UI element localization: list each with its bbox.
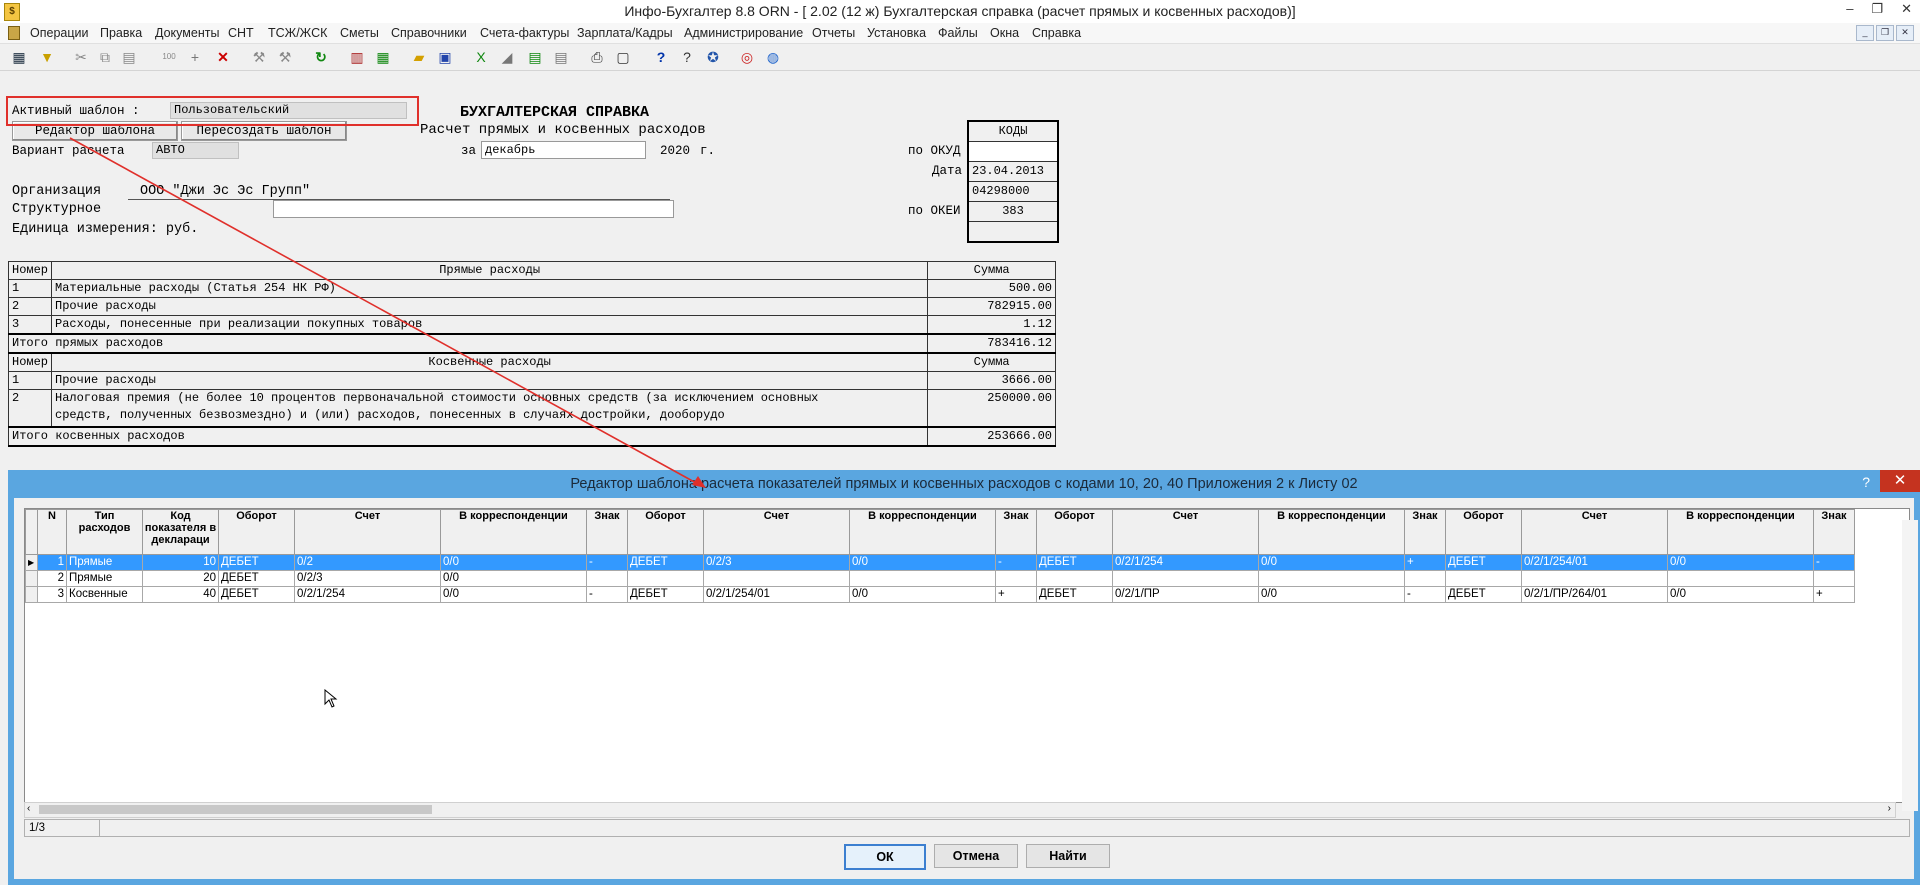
annotation-arrow — [69, 137, 706, 488]
arrow-line — [69, 137, 699, 485]
arrow-head — [692, 476, 706, 488]
mouse-cursor-icon — [324, 689, 338, 708]
